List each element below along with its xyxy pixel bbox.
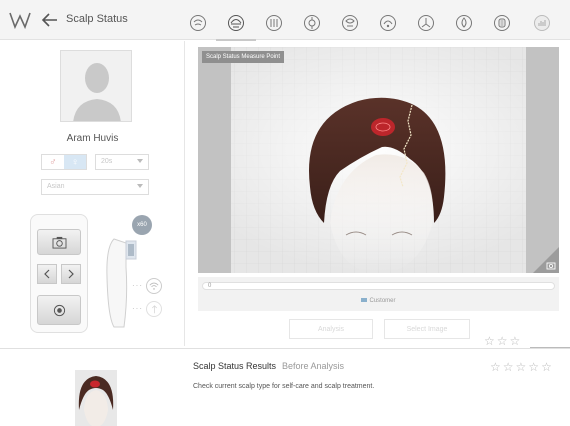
scalp-image-viewer[interactable]: Scalp Status Measure Point [198, 47, 559, 273]
star-icon: ☆ [502, 360, 514, 374]
customer-panel: Aram Huvis ♂ ♀ 20s Asian x60 ··· ··· [0, 41, 185, 346]
customer-swatch [361, 298, 368, 303]
viewer-label: Scalp Status Measure Point [202, 51, 285, 63]
viewer-right-mask [526, 47, 559, 273]
gender-female-button[interactable]: ♀ [64, 155, 86, 169]
chevron-down-icon [137, 184, 143, 188]
tab-scalp-sebum[interactable] [374, 10, 402, 36]
star-icon: ☆ [515, 360, 527, 374]
star-icon: ☆ [484, 334, 495, 348]
star-icon: ☆ [528, 360, 540, 374]
previous-button[interactable] [37, 264, 57, 284]
tab-hair-density[interactable] [260, 10, 288, 36]
star-icon: ☆ [509, 334, 521, 348]
rating-stars-small: ☆ ☆ ☆ [484, 335, 522, 347]
measurement-panel: Scalp Status Measure Point 0 Customer An… [186, 41, 570, 348]
tab-scalp-sensitivity[interactable] [336, 10, 364, 36]
tab-hair-thickness[interactable] [488, 10, 516, 36]
slider-legend: Customer [198, 298, 559, 304]
record-button[interactable] [37, 295, 81, 325]
star-icon: ☆ [490, 360, 501, 374]
person-silhouette-icon [73, 63, 121, 121]
report-chart-icon [534, 15, 550, 31]
connection-dots: ··· [132, 304, 143, 313]
scalp-sebum-icon [380, 15, 396, 31]
comparison-slider-area: 0 Customer [198, 277, 559, 311]
gender-toggle: ♂ ♀ [41, 154, 87, 170]
wifi-icon [149, 282, 159, 290]
select-image-button[interactable]: Select Image [384, 319, 470, 339]
device-control-pad [30, 214, 88, 333]
back-arrow-icon[interactable] [40, 11, 60, 29]
avatar[interactable] [60, 50, 132, 122]
tab-scalp-status[interactable] [216, 10, 256, 41]
app-logo-icon [9, 12, 31, 30]
scalp-thumbnail-image [75, 370, 117, 426]
capture-button[interactable] [37, 229, 81, 255]
results-title: Scalp Status Results [193, 361, 277, 371]
hair-thickness-icon [494, 15, 510, 31]
tab-scalp-keratin[interactable] [298, 10, 326, 36]
connection-dots: ··· [132, 281, 143, 290]
scalp-moisture-icon [456, 15, 472, 31]
age-select-value: 20s [101, 158, 113, 165]
analysis-button[interactable]: Analysis [289, 319, 373, 339]
wifi-connection-button[interactable] [146, 278, 162, 294]
chevron-down-icon [137, 159, 143, 163]
scalp-keratin-icon [304, 15, 320, 31]
hair-density-icon [266, 15, 282, 31]
measurement-tabs [184, 6, 570, 41]
camera-icon [52, 236, 66, 249]
usb-connection-button[interactable] [146, 301, 162, 317]
customer-name: Aram Huvis [66, 133, 119, 144]
result-thumbnail[interactable] [75, 370, 117, 426]
chevron-left-icon [44, 269, 50, 279]
star-icon: ☆ [496, 334, 508, 348]
slider-value: 0 [208, 283, 212, 289]
measure-point-marker [371, 118, 395, 136]
tab-hair-loss[interactable] [412, 10, 440, 36]
top-bar: Scalp Status [0, 0, 570, 41]
magnification-badge: x60 [132, 215, 152, 235]
tab-report-chart[interactable] [528, 10, 556, 36]
next-button[interactable] [61, 264, 81, 284]
scalp-status-icon [228, 15, 244, 31]
snapshot-corner-button[interactable] [533, 247, 559, 273]
chevron-right-icon [68, 269, 74, 279]
rating-stars-large: ☆ ☆ ☆ ☆ ☆ [490, 361, 554, 373]
results-status: Before Analysis [282, 361, 345, 371]
comparison-slider-track[interactable] [202, 282, 555, 290]
region-select[interactable]: Asian [41, 179, 149, 195]
usb-icon [151, 304, 157, 313]
scalp-overview-icon [190, 15, 206, 31]
region-select-value: Asian [47, 183, 65, 190]
results-description: Check current scalp type for self-care a… [193, 383, 375, 390]
hair-loss-icon [418, 15, 434, 31]
page-title: Scalp Status [66, 13, 128, 25]
legend-customer: Customer [369, 298, 396, 304]
star-icon: ☆ [541, 360, 552, 374]
record-icon [53, 304, 65, 316]
viewer-left-mask [198, 47, 231, 273]
tab-scalp-moisture[interactable] [450, 10, 478, 36]
scalp-sensitivity-icon [342, 15, 358, 31]
scalp-measure-map[interactable] [198, 47, 559, 273]
age-select[interactable]: 20s [95, 154, 149, 170]
gender-male-button[interactable]: ♂ [42, 155, 64, 169]
results-section: Scalp Status Results Before Analysis Che… [0, 348, 570, 426]
tab-scalp-overview[interactable] [184, 10, 212, 36]
app-window: Scalp Status Aram Huvis ♂ ♀ 20s Asian x6… [0, 0, 570, 426]
